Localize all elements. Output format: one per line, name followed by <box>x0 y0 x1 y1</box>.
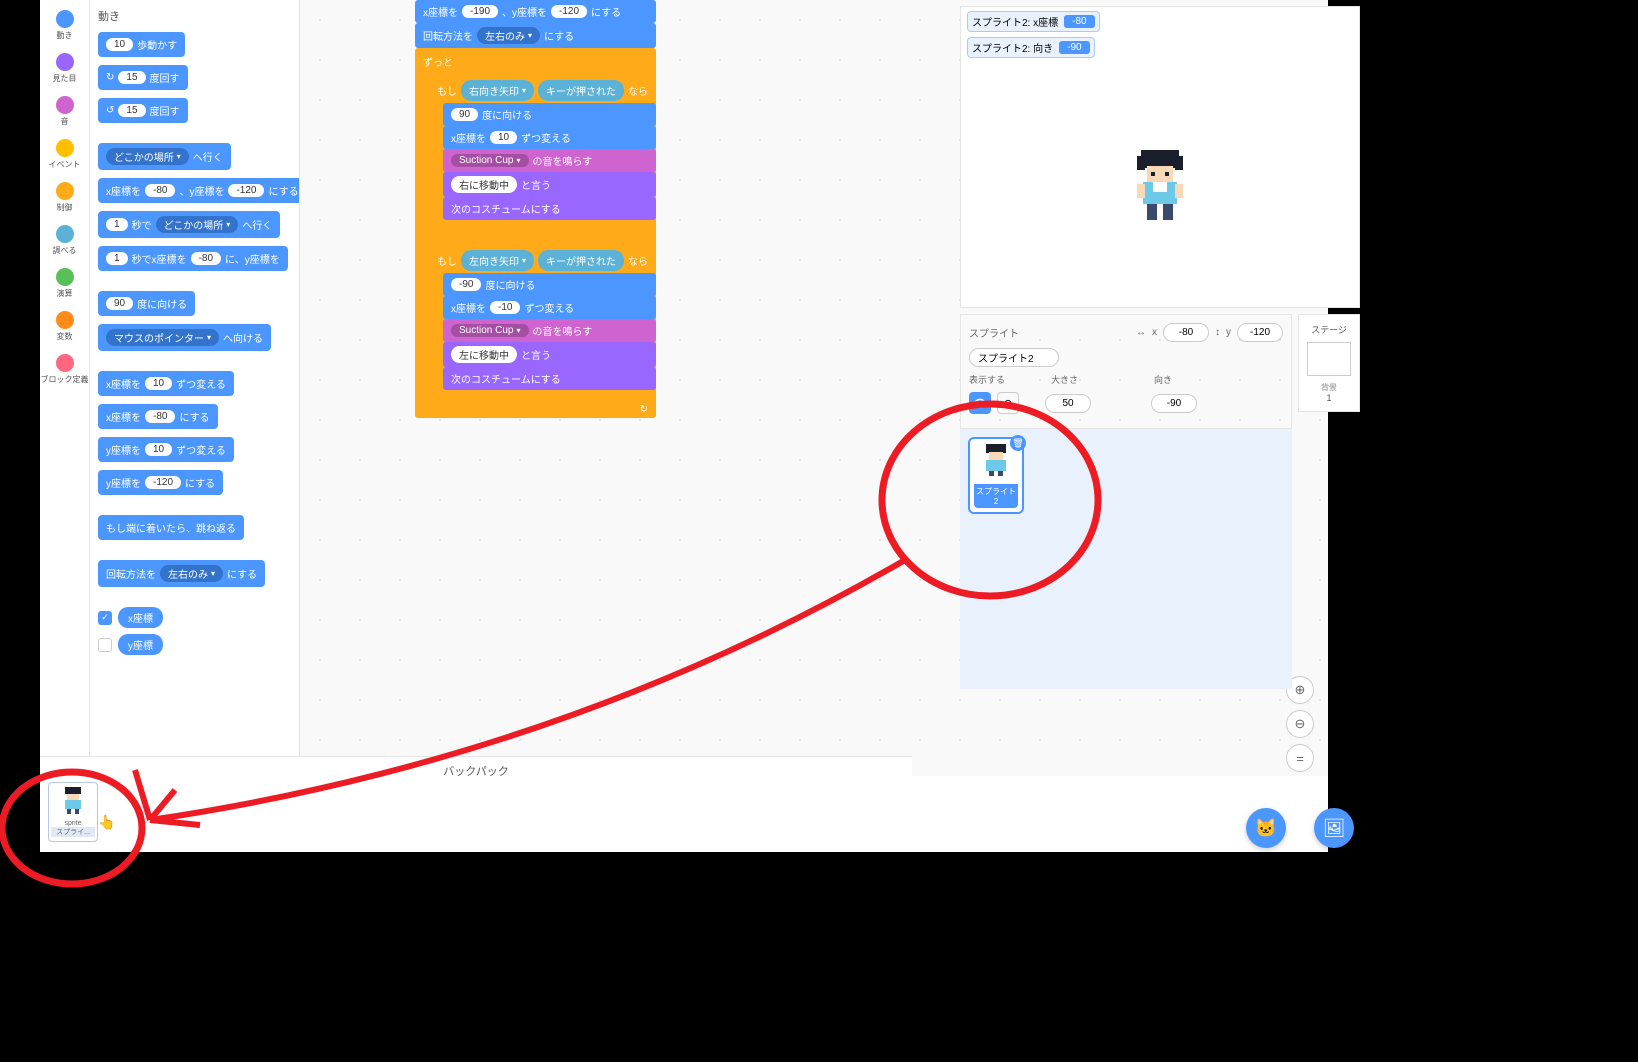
backdrop-count: 1 <box>1301 393 1357 403</box>
sprite-tile-sprite2[interactable]: 🗑 スプライト2 <box>968 437 1024 514</box>
script-next-costume-1[interactable]: 次のコスチュームにする <box>443 197 656 220</box>
cursor-icon: 👆 <box>98 814 115 831</box>
add-backdrop-button[interactable]: 🖼 <box>1314 808 1354 848</box>
stage-thumbnail[interactable] <box>1307 342 1351 376</box>
zoom-reset-icon: = <box>1296 751 1304 766</box>
turn-ccw-icon: ↺ <box>106 105 114 116</box>
sprite-y-input[interactable] <box>1237 323 1283 342</box>
backdrop-label: 背景 <box>1301 382 1357 393</box>
script-goto-xy[interactable]: x座標を-190、y座標を-120にする <box>415 0 656 23</box>
stage-label: ステージ <box>1301 323 1357 336</box>
sprite-x-input[interactable] <box>1163 323 1209 342</box>
script-play-sound-1[interactable]: Suction Cupの音を鳴らす <box>443 149 656 172</box>
block-change-x[interactable]: x座標を10ずつ変える <box>98 371 234 396</box>
sprite-size-input[interactable] <box>1045 394 1091 413</box>
turn-cw-icon: ↻ <box>106 72 114 83</box>
block-glide-to[interactable]: 1秒でどこかの場所へ行く <box>98 211 280 238</box>
stage-canvas[interactable]: スプライト2: x座標-80 スプライト2: 向き-90 <box>960 6 1360 308</box>
category-looks[interactable]: 見た目 <box>40 49 89 92</box>
script-point-dir-right[interactable]: 90度に向ける <box>443 103 656 126</box>
sprite-info-panel: スプライト ↔x ↕y 表示する 大きさ 向き 👁 ⊘ 🗑 スプライト2 <box>960 314 1292 689</box>
block-set-x[interactable]: x座標を-80にする <box>98 404 218 429</box>
monitor-direction[interactable]: スプライト2: 向き-90 <box>967 37 1095 58</box>
sprite-name-input[interactable] <box>969 348 1059 367</box>
block-bounce-edge[interactable]: もし端に着いたら、跳ね返る <box>98 515 244 540</box>
block-category-column: 動き 見た目 音 イベント 制御 調べる 演算 変数 ブロック定義 <box>40 0 90 852</box>
category-motion[interactable]: 動き <box>40 6 89 49</box>
stage-area: スプライト2: x座標-80 スプライト2: 向き-90 <box>960 6 1360 308</box>
zoom-reset-button[interactable]: = <box>1286 744 1314 772</box>
show-sprite-button[interactable]: 👁 <box>969 392 991 414</box>
block-rotation-style[interactable]: 回転方法を左右のみにする <box>98 560 265 587</box>
reporter-x-position[interactable]: x座標 <box>118 607 163 628</box>
image-icon: 🖼 <box>1323 818 1346 839</box>
script-if-left-arrow[interactable]: もし左向き矢印キーが押されたなら -90度に向ける x座標を-10ずつ変える S… <box>429 244 656 404</box>
script-if-right-arrow[interactable]: もし右向き矢印キーが押されたなら 90度に向ける x座標を10ずつ変える Suc… <box>429 74 656 234</box>
script-change-x-right[interactable]: x座標を10ずつ変える <box>443 126 656 149</box>
eye-icon: 👁 <box>973 397 987 410</box>
reporter-y-position[interactable]: y座標 <box>118 634 163 655</box>
delete-sprite-button[interactable]: 🗑 <box>1010 435 1026 451</box>
block-goto-xy[interactable]: x座標を-80、y座標を-120にする <box>98 178 300 203</box>
script-play-sound-2[interactable]: Suction Cupの音を鳴らす <box>443 319 656 342</box>
zoom-controls: ⊕ ⊖ = <box>1286 676 1314 772</box>
block-palette: 動き 10歩動かす ↻15度回す ↺15度回す どこかの場所へ行く x座標を-8… <box>90 0 300 852</box>
trash-icon: 🗑 <box>1012 438 1023 449</box>
category-control[interactable]: 制御 <box>40 178 89 221</box>
zoom-out-icon: ⊖ <box>1295 716 1306 732</box>
sprite-list: 🗑 スプライト2 <box>960 429 1292 689</box>
sprite-on-stage[interactable] <box>1129 148 1191 226</box>
block-glide-xy[interactable]: 1秒でx座標を-80に、y座標を <box>98 246 288 271</box>
script-point-dir-left[interactable]: -90度に向ける <box>443 273 656 296</box>
block-change-y[interactable]: y座標を10ずつ変える <box>98 437 234 462</box>
script-stack[interactable]: x座標を-190、y座標を-120にする 回転方法を左右のみにする ずっと もし… <box>415 0 656 418</box>
block-turn-ccw[interactable]: ↺15度回す <box>98 98 188 123</box>
block-goto-random[interactable]: どこかの場所へ行く <box>98 143 231 170</box>
palette-category-header: 動き <box>98 8 291 24</box>
category-events[interactable]: イベント <box>40 135 89 178</box>
hide-sprite-button[interactable]: ⊘ <box>997 392 1019 414</box>
script-next-costume-2[interactable]: 次のコスチュームにする <box>443 367 656 390</box>
checkbox-x-position[interactable]: ✓ <box>98 611 112 625</box>
backpack-item-sprite[interactable]: sprite スプライ... <box>48 782 98 842</box>
category-myblocks[interactable]: ブロック定義 <box>40 350 89 393</box>
sprite-direction-input[interactable] <box>1151 394 1197 413</box>
block-move-steps[interactable]: 10歩動かす <box>98 32 185 57</box>
block-point-direction[interactable]: 90度に向ける <box>98 291 195 316</box>
monitor-x-position[interactable]: スプライト2: x座標-80 <box>967 11 1100 32</box>
script-forever[interactable]: ずっと もし右向き矢印キーが押されたなら 90度に向ける x座標を10ずつ変える… <box>415 48 656 418</box>
script-change-x-left[interactable]: x座標を-10ずつ変える <box>443 296 656 319</box>
zoom-out-button[interactable]: ⊖ <box>1286 710 1314 738</box>
eye-off-icon: ⊘ <box>1003 397 1012 410</box>
block-turn-cw[interactable]: ↻15度回す <box>98 65 188 90</box>
stage-selector-panel: ステージ 背景 1 <box>1298 314 1360 412</box>
category-sensing[interactable]: 調べる <box>40 221 89 264</box>
block-point-towards[interactable]: マウスのポインターへ向ける <box>98 324 271 351</box>
category-sound[interactable]: 音 <box>40 92 89 135</box>
category-operators[interactable]: 演算 <box>40 264 89 307</box>
sprite-panel-label: スプライト <box>969 325 1019 340</box>
cat-face-icon: 🐱 <box>1255 818 1277 839</box>
add-sprite-button[interactable]: 🐱 <box>1246 808 1286 848</box>
checkbox-y-position[interactable] <box>98 638 112 652</box>
script-say-right[interactable]: 右に移動中と言う <box>443 172 656 197</box>
backpack-area[interactable]: sprite スプライ... 👆 <box>40 776 1328 852</box>
zoom-in-icon: ⊕ <box>1295 682 1306 698</box>
block-set-y[interactable]: y座標を-120にする <box>98 470 223 495</box>
script-say-left[interactable]: 左に移動中と言う <box>443 342 656 367</box>
category-variables[interactable]: 変数 <box>40 307 89 350</box>
script-rotation-style[interactable]: 回転方法を左右のみにする <box>415 23 656 48</box>
